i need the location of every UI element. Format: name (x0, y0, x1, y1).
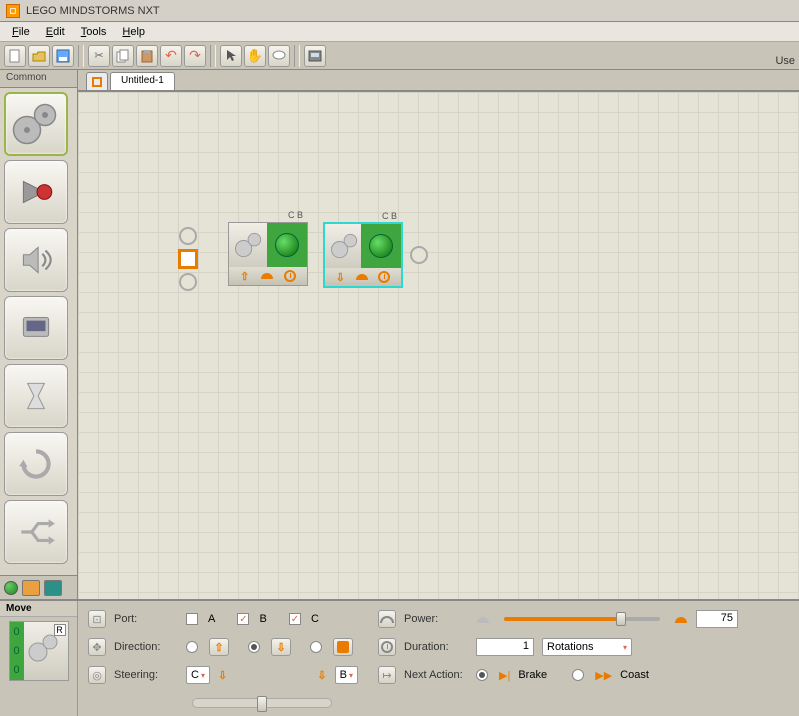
block-ports-label: C B (288, 210, 303, 220)
palette-sound-block[interactable] (4, 228, 68, 292)
block-direction-indicator (361, 224, 401, 268)
gears-icon (231, 227, 267, 263)
sequence-start[interactable] (178, 227, 198, 291)
duration-icon (378, 638, 396, 656)
port-c-checkbox[interactable] (289, 613, 301, 625)
steering-icon: ◎ (88, 666, 106, 684)
paste-button[interactable] (136, 45, 158, 67)
tab-program[interactable]: Untitled-1 (110, 72, 175, 90)
block-ports-label: C B (382, 211, 397, 221)
direction-backward-icon: ⇩ (271, 638, 291, 656)
palette-tab-common[interactable] (22, 580, 40, 596)
cut-button[interactable]: ✂ (88, 45, 110, 67)
redo-button[interactable]: ↷ (184, 45, 206, 67)
config-steering-row: ◎ Steering: C▾ ⇩ ⇩ B▾ (88, 663, 358, 687)
direction-backward-radio[interactable] (248, 641, 260, 653)
next-action-brake-radio[interactable] (476, 669, 488, 681)
reset-button[interactable]: R (54, 624, 66, 636)
direction-forward-radio[interactable] (186, 641, 198, 653)
palette-loop-block[interactable] (4, 432, 68, 496)
power-slider[interactable] (504, 617, 660, 621)
config-duration-row: Duration: 1 Rotations▾ (378, 635, 738, 659)
direction-icon: ✥ (88, 638, 106, 656)
gears-icon (327, 228, 363, 264)
config-block-title: Move (0, 601, 77, 617)
configuration-panel: Move 0 0 0 R ⊡ Port: A B C (0, 599, 799, 716)
palette-switch-block[interactable] (4, 500, 68, 564)
menu-tools[interactable]: Tools (73, 24, 115, 40)
power-gauge-icon (355, 271, 369, 284)
palette-footer (0, 575, 77, 599)
menu-help[interactable]: Help (114, 24, 153, 40)
power-gauge-icon (260, 270, 274, 283)
palette-display-block[interactable] (4, 296, 68, 360)
save-button[interactable] (52, 45, 74, 67)
next-action-coast-radio[interactable] (572, 669, 584, 681)
app-icon: ◻ (6, 4, 20, 18)
next-action-icon: ↦ (378, 666, 396, 684)
config-direction-row: ✥ Direction: ⇧ ⇩ (88, 635, 358, 659)
block-direction-indicator (267, 223, 307, 267)
port-b-checkbox[interactable] (237, 613, 249, 625)
palette-tab-complete[interactable] (44, 580, 62, 596)
power-icon (378, 610, 396, 628)
direction-stop-radio[interactable] (310, 641, 322, 653)
nxt-window-button[interactable] (304, 45, 326, 67)
direction-forward-icon: ⇧ (209, 638, 229, 656)
power-high-icon (674, 614, 688, 624)
program-canvas[interactable]: C B ⇧ C B ⇩ (78, 92, 799, 599)
palette-wait-block[interactable] (4, 364, 68, 428)
direction-up-icon: ⇧ (240, 270, 249, 283)
port-a-checkbox[interactable] (186, 613, 198, 625)
steering-right-arrow-icon: ⇩ (317, 669, 326, 682)
palette-record-block[interactable] (4, 160, 68, 224)
steering-left-arrow-icon: ⇩ (218, 669, 227, 682)
duration-value-input[interactable]: 1 (476, 638, 534, 656)
config-steering-slider-row (88, 691, 358, 715)
pointer-button[interactable] (220, 45, 242, 67)
coast-icon: ▶▶ (595, 669, 612, 682)
title-bar: ◻ LEGO MINDSTORMS NXT (0, 0, 799, 22)
duration-unit-select[interactable]: Rotations▾ (542, 638, 632, 656)
comment-button[interactable] (268, 45, 290, 67)
steering-left-motor-select[interactable]: C▾ (186, 666, 210, 684)
move-block-1[interactable]: C B ⇧ (228, 222, 308, 286)
brake-icon: ▶| (499, 669, 510, 682)
direction-stop-icon (333, 638, 353, 656)
menu-file[interactable]: File (4, 24, 38, 40)
power-low-icon (476, 614, 490, 624)
controller-status-icon[interactable] (4, 581, 18, 595)
window-title: LEGO MINDSTORMS NXT (26, 5, 160, 17)
menu-bar: File Edit Tools Help (0, 22, 799, 42)
config-next-action-row: ↦ Next Action: ▶| Brake ▶▶ Coast (378, 663, 738, 687)
palette-header: Common (0, 70, 77, 88)
config-block-preview: 0 0 0 R (9, 621, 69, 681)
sequence-end-dot[interactable] (410, 246, 428, 264)
duration-icon (284, 270, 296, 282)
menu-edit[interactable]: Edit (38, 24, 73, 40)
port-icon: ⊡ (88, 610, 106, 628)
palette-move-block[interactable] (4, 92, 68, 156)
user-label: Use (775, 55, 795, 67)
duration-icon (378, 271, 390, 283)
config-power-row: Power: 75 (378, 607, 738, 631)
steering-right-motor-select[interactable]: B▾ (335, 666, 358, 684)
undo-button[interactable]: ↶ (160, 45, 182, 67)
open-button[interactable] (28, 45, 50, 67)
direction-down-icon: ⇩ (336, 271, 345, 284)
pan-button[interactable]: ✋ (244, 45, 266, 67)
power-value-input[interactable]: 75 (696, 610, 738, 628)
move-block-2-selected[interactable]: C B ⇩ (323, 222, 403, 288)
tab-home[interactable] (86, 72, 108, 90)
toolbar: ✂ ↶ ↷ ✋ (0, 42, 799, 70)
new-button[interactable] (4, 45, 26, 67)
steering-slider[interactable] (192, 698, 332, 708)
tab-bar: Untitled-1 (78, 70, 799, 92)
palette-panel: Common (0, 70, 78, 599)
config-port-row: ⊡ Port: A B C (88, 607, 358, 631)
copy-button[interactable] (112, 45, 134, 67)
